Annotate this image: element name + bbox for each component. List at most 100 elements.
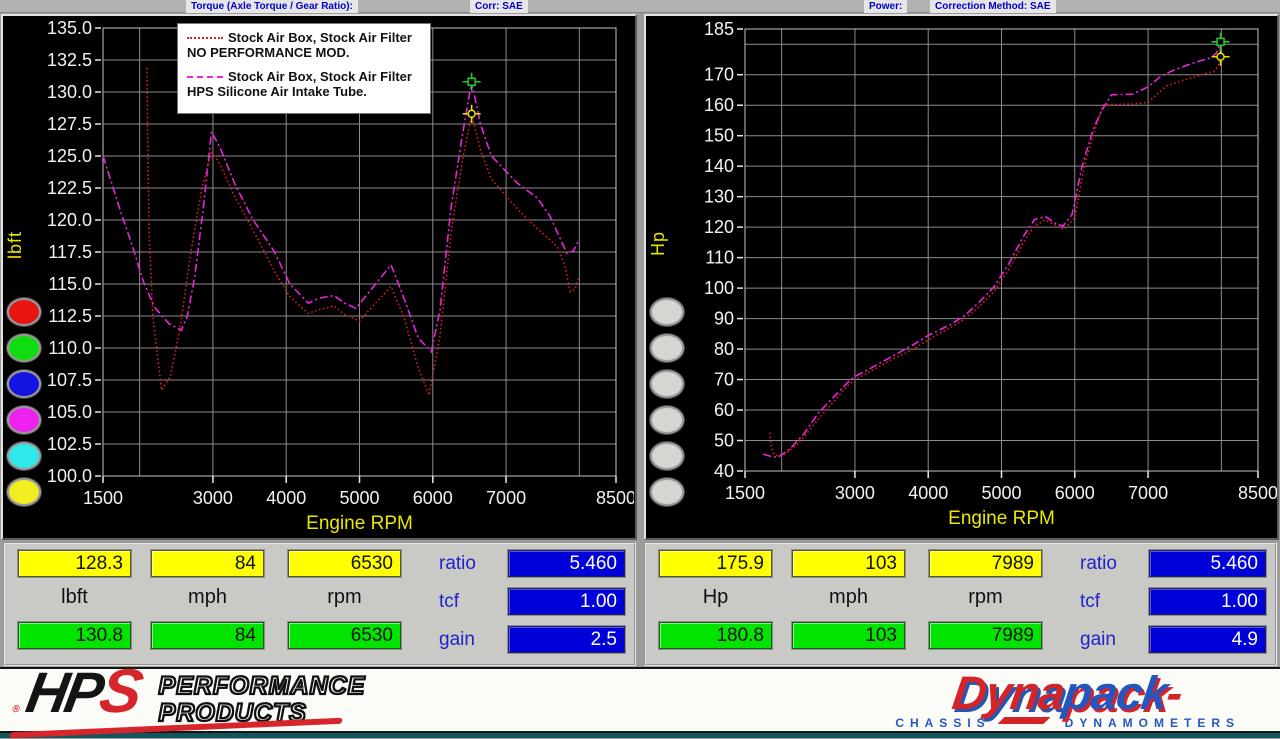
legend-box: Stock Air Box, Stock Air Filter NO PERFO… xyxy=(177,23,431,114)
mph-unit-label: mph xyxy=(792,586,905,609)
color-button-yellow[interactable] xyxy=(7,478,41,506)
power-chart-plot[interactable]: 1851701601501401301201101009080706050401… xyxy=(646,16,1277,540)
svg-text:117.5: 117.5 xyxy=(48,242,92,262)
stock-peak-power-value: 175.9 xyxy=(659,550,772,577)
stock-peak-torque-value: 128.3 xyxy=(18,550,131,577)
svg-text:6000: 6000 xyxy=(1054,483,1094,503)
power-correction-label: Correction Method: SAE xyxy=(930,0,1056,13)
torque-correction-label: Corr: SAE xyxy=(470,0,528,13)
svg-text:135.0: 135.0 xyxy=(47,18,92,38)
readout-row: 128.3 84 6530 lbft mph rpm 130.8 84 6530… xyxy=(0,541,1280,667)
svg-text:110.0: 110.0 xyxy=(48,338,92,358)
svg-text:130.0: 130.0 xyxy=(47,82,92,102)
hps-peak-torque-rpm: 6530 xyxy=(288,622,401,649)
svg-text:6000: 6000 xyxy=(413,488,453,508)
stock-peak-power-rpm: 7989 xyxy=(929,550,1042,577)
rpm-unit-label: rpm xyxy=(288,586,401,609)
svg-text:102.5: 102.5 xyxy=(47,434,92,454)
svg-text:60: 60 xyxy=(713,400,733,420)
gain-label: gain xyxy=(439,629,475,651)
svg-text:105.0: 105.0 xyxy=(47,402,92,422)
gain-label: gain xyxy=(1080,629,1116,651)
channel-button-6[interactable] xyxy=(650,478,684,506)
hps-logo-mark: HPS ® xyxy=(19,663,145,737)
power-unit-label: Hp xyxy=(659,586,772,609)
dynapack-logo: Dynapack- CHASSIS DYNAMOMETERS xyxy=(895,671,1240,730)
svg-text:100: 100 xyxy=(703,278,733,298)
hps-peak-torque-value: 130.8 xyxy=(18,622,131,649)
header-bar: Torque (Axle Torque / Gear Ratio): Corr:… xyxy=(0,0,1280,13)
hps-trace-sample-icon xyxy=(187,76,223,78)
color-button-blue[interactable] xyxy=(7,370,41,398)
channel-button-2[interactable] xyxy=(650,334,684,362)
logo-strip: HPS ® PERFORMANCE PRODUCTS Dynapack- CHA… xyxy=(0,667,1280,733)
tcf-value-field[interactable]: 1.00 xyxy=(508,588,625,615)
gain-value-field[interactable]: 2.5 xyxy=(508,626,625,653)
svg-text:120: 120 xyxy=(703,217,733,237)
svg-text:7000: 7000 xyxy=(1128,483,1168,503)
chart-row: 135.0 132.5 130.0 127.5 125.0 122.5 120.0 117.5… xyxy=(0,13,1280,541)
svg-text:90: 90 xyxy=(713,309,733,329)
svg-text:130: 130 xyxy=(703,187,733,207)
stock-peak-power-mph: 103 xyxy=(792,550,905,577)
torque-chart-panel: 135.0 132.5 130.0 127.5 125.0 122.5 120.0 117.5… xyxy=(1,14,637,540)
power-chart-panel: 1851701601501401301201101009080706050401… xyxy=(644,14,1280,540)
hps-peak-power-value: 180.8 xyxy=(659,622,772,649)
dynapack-wordmark: Dynapack- xyxy=(892,671,1243,715)
svg-text:50: 50 xyxy=(713,431,733,451)
svg-text:150: 150 xyxy=(703,126,733,146)
svg-text:4000: 4000 xyxy=(266,488,306,508)
ratio-label: ratio xyxy=(439,553,476,575)
legend-entry-hps: Stock Air Box, Stock Air Filter HPS Sili… xyxy=(187,69,421,99)
torque-unit-label: lbft xyxy=(18,586,131,609)
torque-readout-panel: 128.3 84 6530 lbft mph rpm 130.8 84 6530… xyxy=(3,542,636,666)
hps-peak-torque-mph: 84 xyxy=(151,622,264,649)
svg-text:5000: 5000 xyxy=(339,488,379,508)
svg-text:7000: 7000 xyxy=(486,488,526,508)
dynapack-swoosh-icon xyxy=(997,717,1050,724)
color-button-green[interactable] xyxy=(7,334,41,362)
tcf-value-field[interactable]: 1.00 xyxy=(1149,588,1266,615)
svg-text:185: 185 xyxy=(703,19,733,39)
power-chart-title: Power: xyxy=(864,0,907,13)
gain-value-field[interactable]: 4.9 xyxy=(1149,626,1266,653)
svg-text:4000: 4000 xyxy=(908,483,948,503)
ratio-label: ratio xyxy=(1080,553,1117,575)
svg-text:132.5: 132.5 xyxy=(47,50,92,70)
channel-buttons xyxy=(650,16,686,538)
svg-text:107.5: 107.5 xyxy=(47,370,92,390)
svg-text:70: 70 xyxy=(713,370,733,390)
stock-peak-torque-mph: 84 xyxy=(151,550,264,577)
svg-text:3000: 3000 xyxy=(834,483,874,503)
svg-text:120.0: 120.0 xyxy=(47,210,92,230)
svg-text:40: 40 xyxy=(713,461,733,481)
svg-text:Engine RPM: Engine RPM xyxy=(948,508,1055,529)
svg-text:125.0: 125.0 xyxy=(47,146,92,166)
legend-entry-stock: Stock Air Box, Stock Air Filter NO PERFO… xyxy=(187,30,421,60)
dyno-app-window: Torque (Axle Torque / Gear Ratio): Corr:… xyxy=(0,0,1280,739)
channel-button-1[interactable] xyxy=(650,298,684,326)
channel-button-4[interactable] xyxy=(650,406,684,434)
ratio-value-field[interactable]: 5.460 xyxy=(508,550,625,577)
tcf-label: tcf xyxy=(439,591,459,613)
channel-button-5[interactable] xyxy=(650,442,684,470)
trace-color-buttons xyxy=(7,16,43,538)
power-readout-panel: 175.9 103 7989 Hp mph rpm 180.8 103 7989… xyxy=(644,542,1277,666)
color-button-cyan[interactable] xyxy=(7,442,41,470)
color-button-magenta[interactable] xyxy=(7,406,41,434)
torque-chart-title: Torque (Axle Torque / Gear Ratio): xyxy=(186,0,358,13)
color-button-red[interactable] xyxy=(7,298,41,326)
svg-text:1500: 1500 xyxy=(724,483,764,503)
svg-text:100.0: 100.0 xyxy=(47,466,92,486)
svg-text:170: 170 xyxy=(703,65,733,85)
rpm-unit-label: rpm xyxy=(929,586,1042,609)
mph-unit-label: mph xyxy=(151,586,264,609)
svg-text:Engine RPM: Engine RPM xyxy=(306,513,413,534)
channel-button-3[interactable] xyxy=(650,370,684,398)
hps-peak-power-mph: 103 xyxy=(792,622,905,649)
svg-text:80: 80 xyxy=(713,339,733,359)
svg-text:122.5: 122.5 xyxy=(47,178,92,198)
ratio-value-field[interactable]: 5.460 xyxy=(1149,550,1266,577)
svg-text:140: 140 xyxy=(703,156,733,176)
svg-text:127.5: 127.5 xyxy=(47,114,92,134)
